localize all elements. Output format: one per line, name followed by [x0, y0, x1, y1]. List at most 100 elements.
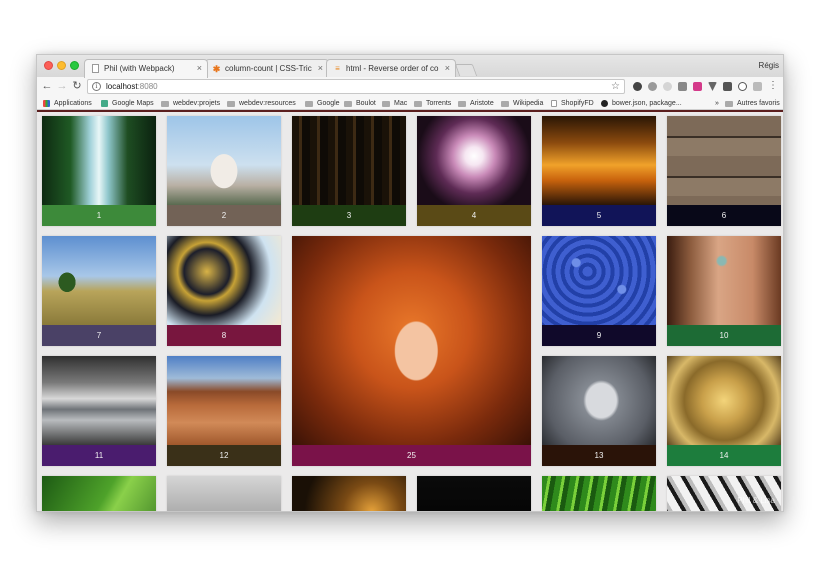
extension-icon[interactable]	[633, 82, 642, 91]
gallery-card[interactable]: 10	[667, 236, 781, 346]
new-tab-button[interactable]	[454, 64, 478, 76]
gallery-card[interactable]: 4	[417, 116, 531, 226]
gallery-card[interactable]: 3	[292, 116, 406, 226]
folder-icon	[725, 100, 733, 107]
folder-icon	[382, 100, 390, 107]
site-info-icon[interactable]: i	[92, 82, 101, 91]
bookmark-wikipedia[interactable]: Wikipedia	[501, 97, 543, 110]
bookmark-torrents[interactable]: Torrents	[414, 97, 451, 110]
card-caption: 5	[542, 205, 656, 226]
back-arrow-icon[interactable]: ←	[40, 79, 54, 93]
card-caption: 4	[417, 205, 531, 226]
minimize-window-icon[interactable]	[57, 61, 66, 70]
gallery-card[interactable]	[667, 476, 781, 511]
card-caption: 12	[167, 445, 281, 466]
card-caption: 2	[167, 205, 281, 226]
reload-icon[interactable]: ↻	[70, 79, 84, 93]
card-caption: 9	[542, 325, 656, 346]
apps-grid-icon	[43, 100, 50, 107]
bookmark-aristote[interactable]: Aristote	[458, 97, 494, 110]
extension-icon[interactable]	[693, 82, 702, 91]
extension-icon[interactable]	[723, 82, 732, 91]
forest-image	[292, 116, 406, 205]
extension-icon[interactable]	[678, 82, 687, 91]
gallery-card[interactable]: 8	[167, 236, 281, 346]
folder-icon	[161, 100, 169, 107]
bookmark-label: Torrents	[426, 100, 452, 107]
gallery-card[interactable]: 1	[42, 116, 156, 226]
address-bar[interactable]: i localhost:8080 ☆	[87, 79, 625, 94]
dusk-image	[292, 476, 406, 511]
bookmark-webdev-projets[interactable]: webdev:projets	[161, 97, 220, 110]
bookmark-shopifyfd[interactable]: ShopifyFD	[551, 97, 594, 110]
gallery: 1 2 3 4 5 6 7 8 25 9 10 11 12 13 14 Phil…	[37, 112, 783, 511]
bookmark-webdev-resources[interactable]: webdev:resources	[227, 97, 296, 110]
bookmark-mac[interactable]: Mac	[382, 97, 407, 110]
gallery-card[interactable]	[167, 476, 281, 511]
tab-column-count[interactable]: ✱ column-count | CSS-Tricks ×	[205, 59, 329, 78]
gallery-card[interactable]: 12	[167, 356, 281, 466]
tab-title: Phil (with Webpack)	[104, 64, 175, 73]
close-window-icon[interactable]	[44, 61, 53, 70]
gallery-card[interactable]: 6	[667, 116, 781, 226]
bookmark-applications[interactable]: Applications	[43, 97, 92, 110]
gallery-card[interactable]	[292, 476, 406, 511]
cherub-statue-image	[542, 356, 656, 445]
extension-icon[interactable]	[738, 82, 747, 91]
filter-icon[interactable]	[708, 82, 717, 91]
bookmark-google-maps[interactable]: Google Maps	[101, 97, 154, 110]
bookmark-autres-favoris[interactable]: Autres favoris	[725, 97, 780, 110]
gallery-card[interactable]: 9	[542, 236, 656, 346]
bookmark-boulot[interactable]: Boulot	[344, 97, 376, 110]
sunset-image	[542, 116, 656, 205]
forward-arrow-icon[interactable]: →	[55, 79, 69, 93]
tab-title: html - Reverse order of colum	[346, 64, 439, 73]
close-tab-icon[interactable]: ×	[318, 63, 323, 73]
bookmark-label: bower.json, package...	[612, 100, 682, 107]
gallery-card[interactable]: 7	[42, 236, 156, 346]
gallery-card[interactable]	[417, 476, 531, 511]
portrait-image	[292, 236, 531, 445]
field-image	[42, 236, 156, 325]
card-caption: 6	[667, 205, 781, 226]
zoom-window-icon[interactable]	[70, 61, 79, 70]
bookmark-label: Google Maps	[112, 100, 154, 107]
tab-reverse-order[interactable]: ≡ html - Reverse order of colum ×	[326, 59, 456, 78]
title-bar: Phil (with Webpack) × ✱ column-count | C…	[37, 55, 783, 78]
gallery-card[interactable]: 14	[667, 356, 781, 466]
gallery-card[interactable]: 13	[542, 356, 656, 466]
bookmark-label: Wikipedia	[513, 100, 544, 107]
extension-icon[interactable]	[648, 82, 657, 91]
menu-dots-icon[interactable]: ⋮	[768, 80, 778, 92]
bookmark-bower-json[interactable]: bower.json, package...	[601, 97, 682, 110]
gallery-card[interactable]: 5	[542, 116, 656, 226]
waterfall-image	[42, 116, 156, 205]
tab-phil-webpack[interactable]: Phil (with Webpack) ×	[84, 59, 208, 78]
url-text[interactable]: localhost:8080	[106, 81, 158, 92]
extension-icon[interactable]	[753, 82, 762, 91]
bookmark-label: Aristote	[470, 100, 494, 107]
gallery-card-featured[interactable]: 25	[292, 236, 531, 466]
card-caption: 11	[42, 445, 156, 466]
gallery-card[interactable]	[542, 476, 656, 511]
bookmark-label: Boulot	[356, 100, 376, 107]
taj-mahal-image	[167, 116, 281, 205]
bookmark-label: Autres favoris	[737, 100, 780, 107]
close-tab-icon[interactable]: ×	[445, 63, 450, 73]
card-caption: 8	[167, 325, 281, 346]
gallery-card[interactable]	[42, 476, 156, 511]
card-caption: 1	[42, 205, 156, 226]
extension-icon[interactable]	[663, 82, 672, 91]
bookmark-label: Applications	[54, 100, 92, 107]
close-tab-icon[interactable]: ×	[197, 63, 202, 73]
gallery-card[interactable]: 2	[167, 116, 281, 226]
gallery-card[interactable]: 11	[42, 356, 156, 466]
profile-name[interactable]: Régis	[759, 61, 779, 70]
dark-image	[417, 476, 531, 511]
bookmark-google[interactable]: Google	[305, 97, 340, 110]
lake-image	[42, 356, 156, 445]
bookmarks-overflow-icon[interactable]: »	[715, 97, 719, 110]
bookmark-label: webdev:projets	[173, 100, 221, 107]
card-caption: 13	[542, 445, 656, 466]
bookmark-star-icon[interactable]: ☆	[611, 80, 620, 93]
